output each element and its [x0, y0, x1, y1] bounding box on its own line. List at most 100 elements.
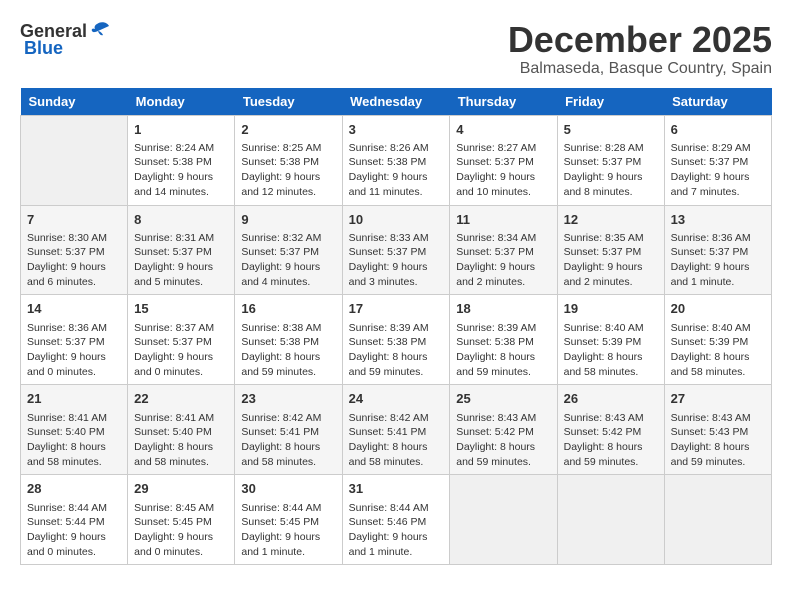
day-info: Sunrise: 8:42 AMSunset: 5:41 PMDaylight:…	[349, 411, 444, 470]
day-number: 25	[456, 390, 550, 408]
calendar-week-row: 21 Sunrise: 8:41 AMSunset: 5:40 PMDayligh…	[21, 385, 772, 475]
calendar-cell: 17 Sunrise: 8:39 AMSunset: 5:38 PMDayligh…	[342, 295, 450, 385]
col-header-wednesday: Wednesday	[342, 88, 450, 116]
col-header-tuesday: Tuesday	[235, 88, 342, 116]
day-info: Sunrise: 8:36 AMSunset: 5:37 PMDaylight:…	[671, 231, 765, 290]
day-number: 10	[349, 211, 444, 229]
day-number: 23	[241, 390, 335, 408]
day-number: 2	[241, 121, 335, 139]
day-number: 5	[564, 121, 658, 139]
day-info: Sunrise: 8:39 AMSunset: 5:38 PMDaylight:…	[456, 321, 550, 380]
day-number: 11	[456, 211, 550, 229]
day-info: Sunrise: 8:43 AMSunset: 5:42 PMDaylight:…	[456, 411, 550, 470]
calendar-cell: 29Sunrise: 8:45 AMSunset: 5:45 PMDayligh…	[128, 475, 235, 565]
calendar-week-row: 14Sunrise: 8:36 AMSunset: 5:37 PMDayligh…	[21, 295, 772, 385]
day-info: Sunrise: 8:34 AMSunset: 5:37 PMDaylight:…	[456, 231, 550, 290]
day-number: 26	[564, 390, 658, 408]
calendar-cell: 14Sunrise: 8:36 AMSunset: 5:37 PMDayligh…	[21, 295, 128, 385]
day-info: Sunrise: 8:29 AMSunset: 5:37 PMDaylight:…	[671, 141, 765, 200]
calendar-cell: 20Sunrise: 8:40 AMSunset: 5:39 PMDayligh…	[664, 295, 771, 385]
day-number: 8	[134, 211, 228, 229]
calendar-cell: 11 Sunrise: 8:34 AMSunset: 5:37 PMDayligh…	[450, 205, 557, 295]
day-number: 22	[134, 390, 228, 408]
calendar-table: SundayMondayTuesdayWednesdayThursdayFrid…	[20, 88, 772, 566]
day-number: 27	[671, 390, 765, 408]
day-info: Sunrise: 8:39 AMSunset: 5:38 PMDaylight:…	[349, 321, 444, 380]
day-number: 24	[349, 390, 444, 408]
day-info: Sunrise: 8:31 AMSunset: 5:37 PMDaylight:…	[134, 231, 228, 290]
day-number: 17	[349, 300, 444, 318]
calendar-cell: 25 Sunrise: 8:43 AMSunset: 5:42 PMDayligh…	[450, 385, 557, 475]
month-title: December 2025	[508, 20, 772, 60]
day-info: Sunrise: 8:35 AMSunset: 5:37 PMDaylight:…	[564, 231, 658, 290]
day-number: 6	[671, 121, 765, 139]
calendar-week-row: 1 Sunrise: 8:24 AMSunset: 5:38 PMDaylight…	[21, 115, 772, 205]
calendar-cell: 15Sunrise: 8:37 AMSunset: 5:37 PMDayligh…	[128, 295, 235, 385]
day-info: Sunrise: 8:28 AMSunset: 5:37 PMDaylight:…	[564, 141, 658, 200]
day-info: Sunrise: 8:25 AMSunset: 5:38 PMDaylight:…	[241, 141, 335, 200]
day-info: Sunrise: 8:24 AMSunset: 5:38 PMDaylight:…	[134, 141, 228, 200]
calendar-cell: 2 Sunrise: 8:25 AMSunset: 5:38 PMDaylight…	[235, 115, 342, 205]
day-number: 30	[241, 480, 335, 498]
day-info: Sunrise: 8:36 AMSunset: 5:37 PMDaylight:…	[27, 321, 121, 380]
day-number: 18	[456, 300, 550, 318]
calendar-cell: 7Sunrise: 8:30 AMSunset: 5:37 PMDaylight…	[21, 205, 128, 295]
location-subtitle: Balmaseda, Basque Country, Spain	[508, 60, 772, 78]
day-info: Sunrise: 8:40 AMSunset: 5:39 PMDaylight:…	[564, 321, 658, 380]
day-info: Sunrise: 8:32 AMSunset: 5:37 PMDaylight:…	[241, 231, 335, 290]
calendar-cell: 19 Sunrise: 8:40 AMSunset: 5:39 PMDayligh…	[557, 295, 664, 385]
day-info: Sunrise: 8:43 AMSunset: 5:43 PMDaylight:…	[671, 411, 765, 470]
day-number: 29	[134, 480, 228, 498]
calendar-cell: 22 Sunrise: 8:41 AMSunset: 5:40 PMDayligh…	[128, 385, 235, 475]
calendar-cell: 12Sunrise: 8:35 AMSunset: 5:37 PMDayligh…	[557, 205, 664, 295]
calendar-cell: 23 Sunrise: 8:42 AMSunset: 5:41 PMDayligh…	[235, 385, 342, 475]
col-header-sunday: Sunday	[21, 88, 128, 116]
day-number: 28	[27, 480, 121, 498]
logo-blue: Blue	[24, 38, 63, 59]
calendar-cell: 9 Sunrise: 8:32 AMSunset: 5:37 PMDaylight…	[235, 205, 342, 295]
day-info: Sunrise: 8:41 AMSunset: 5:40 PMDaylight:…	[134, 411, 228, 470]
calendar-cell: 26Sunrise: 8:43 AMSunset: 5:42 PMDayligh…	[557, 385, 664, 475]
day-number: 7	[27, 211, 121, 229]
calendar-header-row: SundayMondayTuesdayWednesdayThursdayFrid…	[21, 88, 772, 116]
day-info: Sunrise: 8:33 AMSunset: 5:37 PMDaylight:…	[349, 231, 444, 290]
calendar-cell: 3 Sunrise: 8:26 AMSunset: 5:38 PMDaylight…	[342, 115, 450, 205]
day-info: Sunrise: 8:42 AMSunset: 5:41 PMDaylight:…	[241, 411, 335, 470]
calendar-cell: 18 Sunrise: 8:39 AMSunset: 5:38 PMDayligh…	[450, 295, 557, 385]
day-number: 20	[671, 300, 765, 318]
col-header-friday: Friday	[557, 88, 664, 116]
day-info: Sunrise: 8:44 AMSunset: 5:46 PMDaylight:…	[349, 501, 444, 560]
day-info: Sunrise: 8:44 AMSunset: 5:45 PMDaylight:…	[241, 501, 335, 560]
day-info: Sunrise: 8:37 AMSunset: 5:37 PMDaylight:…	[134, 321, 228, 380]
day-number: 4	[456, 121, 550, 139]
logo-bird-icon	[89, 18, 113, 42]
calendar-cell: 28Sunrise: 8:44 AMSunset: 5:44 PMDayligh…	[21, 475, 128, 565]
calendar-cell	[557, 475, 664, 565]
calendar-cell: 21Sunrise: 8:41 AMSunset: 5:40 PMDayligh…	[21, 385, 128, 475]
title-block: December 2025 Balmaseda, Basque Country,…	[508, 20, 772, 78]
col-header-monday: Monday	[128, 88, 235, 116]
day-number: 19	[564, 300, 658, 318]
calendar-cell	[21, 115, 128, 205]
calendar-cell: 4Sunrise: 8:27 AMSunset: 5:37 PMDaylight…	[450, 115, 557, 205]
day-number: 13	[671, 211, 765, 229]
col-header-saturday: Saturday	[664, 88, 771, 116]
day-info: Sunrise: 8:26 AMSunset: 5:38 PMDaylight:…	[349, 141, 444, 200]
day-info: Sunrise: 8:38 AMSunset: 5:38 PMDaylight:…	[241, 321, 335, 380]
calendar-cell: 31 Sunrise: 8:44 AMSunset: 5:46 PMDayligh…	[342, 475, 450, 565]
day-number: 9	[241, 211, 335, 229]
day-number: 1	[134, 121, 228, 139]
calendar-week-row: 28Sunrise: 8:44 AMSunset: 5:44 PMDayligh…	[21, 475, 772, 565]
calendar-cell: 6 Sunrise: 8:29 AMSunset: 5:37 PMDaylight…	[664, 115, 771, 205]
calendar-cell: 27 Sunrise: 8:43 AMSunset: 5:43 PMDayligh…	[664, 385, 771, 475]
calendar-cell	[450, 475, 557, 565]
logo: General Blue	[20, 20, 113, 59]
day-number: 21	[27, 390, 121, 408]
day-number: 3	[349, 121, 444, 139]
calendar-cell: 13 Sunrise: 8:36 AMSunset: 5:37 PMDayligh…	[664, 205, 771, 295]
calendar-week-row: 7Sunrise: 8:30 AMSunset: 5:37 PMDaylight…	[21, 205, 772, 295]
day-number: 31	[349, 480, 444, 498]
calendar-cell: 5 Sunrise: 8:28 AMSunset: 5:37 PMDaylight…	[557, 115, 664, 205]
calendar-cell: 10 Sunrise: 8:33 AMSunset: 5:37 PMDayligh…	[342, 205, 450, 295]
calendar-cell: 1 Sunrise: 8:24 AMSunset: 5:38 PMDaylight…	[128, 115, 235, 205]
